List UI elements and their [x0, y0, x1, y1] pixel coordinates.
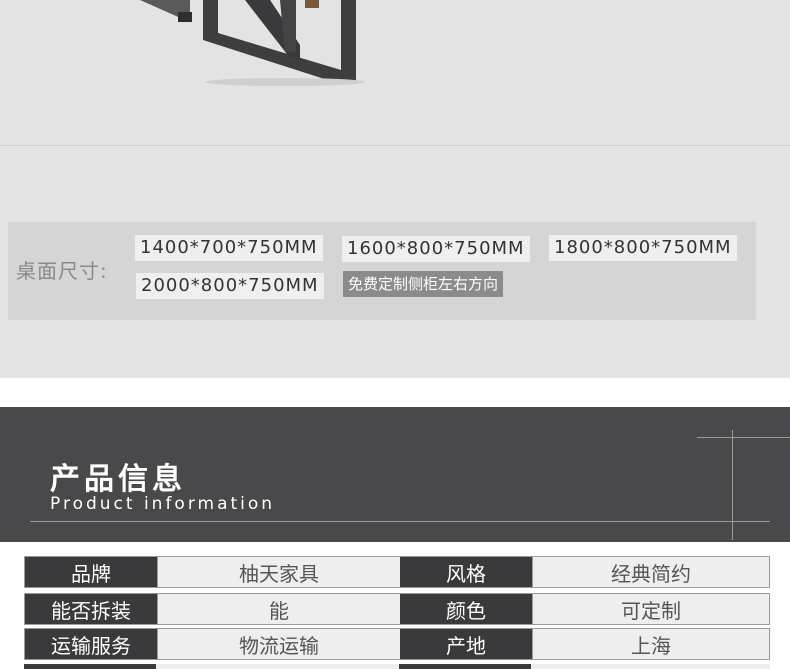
spec-key: 运输服务: [25, 629, 157, 659]
header-divider: [30, 521, 770, 522]
decorative-line: [697, 437, 790, 438]
size-option-1400[interactable]: 1400*700*750MM: [135, 235, 323, 261]
size-label: 桌面尺寸:: [16, 259, 108, 283]
spec-key: 风格: [400, 557, 532, 587]
product-info-subtitle: Product information: [50, 494, 276, 514]
size-option-1600[interactable]: 1600*800*750MM: [342, 236, 530, 262]
spec-row: 能否拆装 能 颜色 可定制: [24, 593, 770, 625]
spec-value: 上海: [532, 629, 769, 659]
spec-row: 品牌 柚天家具 风格 经典简约: [24, 556, 770, 588]
product-info-title: 产品信息: [50, 462, 186, 497]
spec-key: 颜色: [400, 594, 532, 624]
size-option-2000[interactable]: 2000*800*750MM: [136, 273, 324, 299]
decorative-line: [732, 430, 733, 540]
size-option-1800[interactable]: 1800*800*750MM: [549, 235, 737, 261]
desk-frame-illustration: [140, 0, 365, 86]
spec-row: 运输服务 物流运输 产地 上海: [24, 628, 770, 660]
spec-key: 品牌: [25, 557, 157, 587]
spec-value: 物流运输: [157, 629, 400, 659]
spec-value: 可定制: [532, 594, 769, 624]
spec-key: 能否拆装: [25, 594, 157, 624]
spec-value: 柚天家具: [157, 557, 400, 587]
spec-value: 能: [157, 594, 400, 624]
custom-side-cabinet-note: 免费定制侧柜左右方向: [343, 271, 504, 297]
spec-key: 产地: [400, 629, 532, 659]
spec-row-partial: [24, 664, 770, 669]
section-gap: [0, 378, 790, 407]
spec-value: 经典简约: [532, 557, 769, 587]
